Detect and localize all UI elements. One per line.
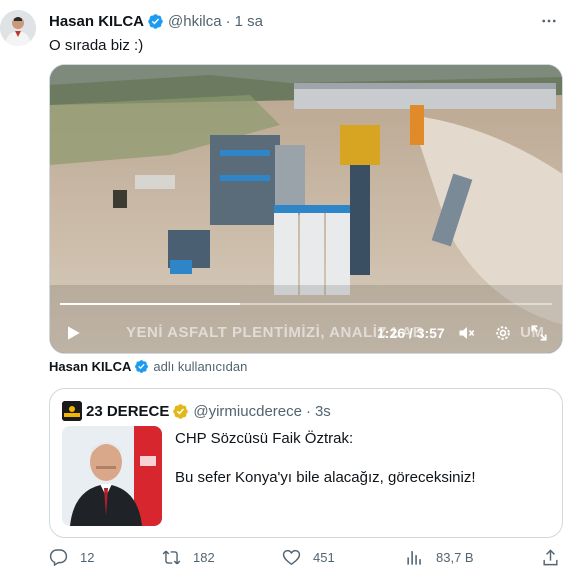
more-icon[interactable]	[539, 11, 559, 31]
quoted-tweet-text-line1: CHP Sözcüsü Faik Öztrak:	[175, 430, 354, 447]
tweet-text: O sırada biz :)	[49, 37, 144, 54]
quoted-tweet-time[interactable]: 3s	[315, 403, 331, 420]
author-handle[interactable]: @hkilca	[168, 13, 222, 30]
quoted-tweet-text-line2: Bu sefer Konya'yı bile alacağız, görecek…	[175, 469, 476, 486]
settings-icon[interactable]	[493, 323, 513, 343]
video-overlay-caption: YENİ ASFALT PLENTİMİZİ, ANALİZ LAB UM	[126, 324, 545, 341]
quoted-tweet-header: 23 DERECE @yirmiucderece · 3s	[62, 401, 331, 421]
share-icon	[543, 549, 558, 566]
video-attribution: Hasan KILCA adlı kullanıcıdan	[49, 359, 247, 374]
like-button[interactable]: 451	[282, 548, 335, 567]
quoted-tweet[interactable]: 23 DERECE @yirmiucderece · 3s CHP Sözcüs…	[49, 388, 563, 538]
reply-button[interactable]: 12	[49, 548, 94, 567]
separator-dot: ·	[225, 12, 231, 30]
separator-dot: ·	[305, 402, 311, 420]
play-icon[interactable]	[63, 323, 83, 343]
author-avatar[interactable]	[0, 10, 36, 46]
tweet-time[interactable]: 1 sa	[235, 13, 263, 30]
like-count: 451	[313, 550, 335, 565]
quoted-author-handle[interactable]: @yirmiucderece	[193, 403, 302, 420]
tweet-actions: 12 182 451 83,7 B	[49, 548, 563, 572]
views-count: 83,7 B	[436, 550, 474, 565]
verified-badge-icon[interactable]	[147, 13, 164, 30]
video-progress-fill	[60, 303, 240, 305]
tweet-header: Hasan KILCA @hkilca · 1 sa	[49, 11, 559, 31]
verified-badge-icon	[134, 359, 149, 374]
video-progress-bar[interactable]	[60, 303, 552, 305]
attribution-suffix: adlı kullanıcıdan	[153, 359, 248, 374]
quoted-author-logo[interactable]	[62, 401, 82, 421]
verified-badge-gold-icon	[172, 403, 189, 420]
retweet-icon	[162, 550, 181, 565]
video-timecode: 1:26 / 3:57	[377, 325, 445, 341]
views-icon	[407, 551, 421, 565]
video-player[interactable]: YENİ ASFALT PLENTİMİZİ, ANALİZ LAB UM 1:2…	[49, 64, 563, 354]
like-icon	[282, 549, 301, 566]
video-frame	[50, 65, 562, 353]
attribution-name[interactable]: Hasan KILCA	[49, 359, 131, 374]
views-button[interactable]: 83,7 B	[405, 548, 474, 567]
author-name[interactable]: Hasan KILCA	[49, 13, 144, 30]
retweet-count: 182	[193, 550, 215, 565]
share-button[interactable]	[541, 548, 572, 567]
quoted-author-name[interactable]: 23 DERECE	[86, 403, 169, 420]
reply-icon	[49, 549, 68, 567]
fullscreen-icon[interactable]	[529, 323, 549, 343]
volume-icon[interactable]	[457, 323, 477, 343]
reply-count: 12	[80, 550, 95, 565]
quoted-tweet-image[interactable]	[62, 426, 162, 526]
retweet-button[interactable]: 182	[162, 548, 215, 567]
